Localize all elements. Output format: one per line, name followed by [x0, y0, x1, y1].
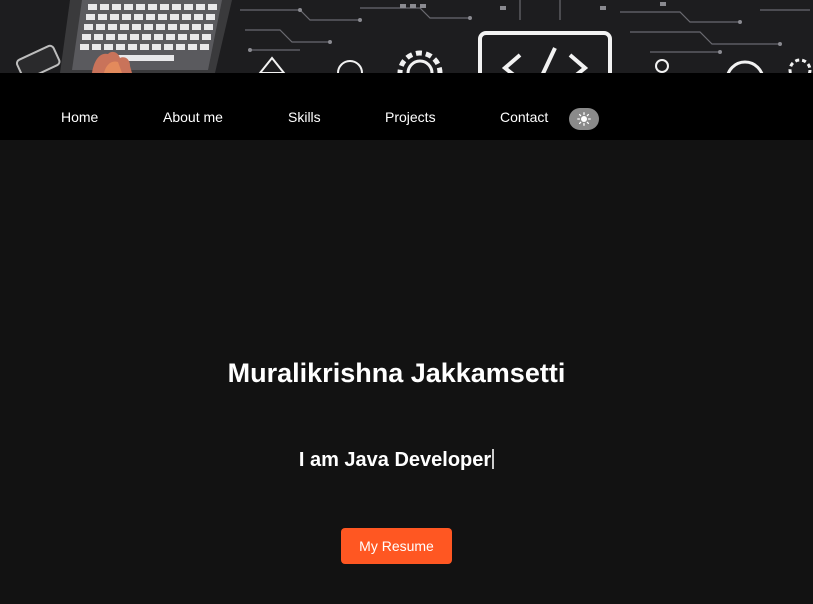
nav-link-about-me[interactable]: About me [163, 73, 223, 140]
nav-link-home[interactable]: Home [61, 73, 98, 140]
nav-link-projects[interactable]: Projects [385, 73, 436, 140]
sun-icon [577, 112, 591, 126]
hero-role-heading: I am Java Developer [0, 449, 793, 472]
nav-link-contact[interactable]: Contact [500, 73, 548, 140]
typing-cursor [492, 449, 495, 469]
header-banner-image [0, 0, 813, 73]
nav-link-skills[interactable]: Skills [288, 73, 321, 140]
hero-section: Muralikrishna Jakkamsetti I am Java Deve… [0, 140, 813, 604]
hero-role-text: I am Java Developer [298, 449, 492, 471]
hero-name-heading: Muralikrishna Jakkamsetti [227, 358, 566, 388]
main-navbar: Home About me Skills Projects Contact [0, 73, 813, 140]
circuit-banner-graphic [0, 0, 813, 73]
my-resume-button[interactable]: My Resume [341, 528, 452, 564]
theme-toggle-button[interactable] [569, 108, 599, 130]
